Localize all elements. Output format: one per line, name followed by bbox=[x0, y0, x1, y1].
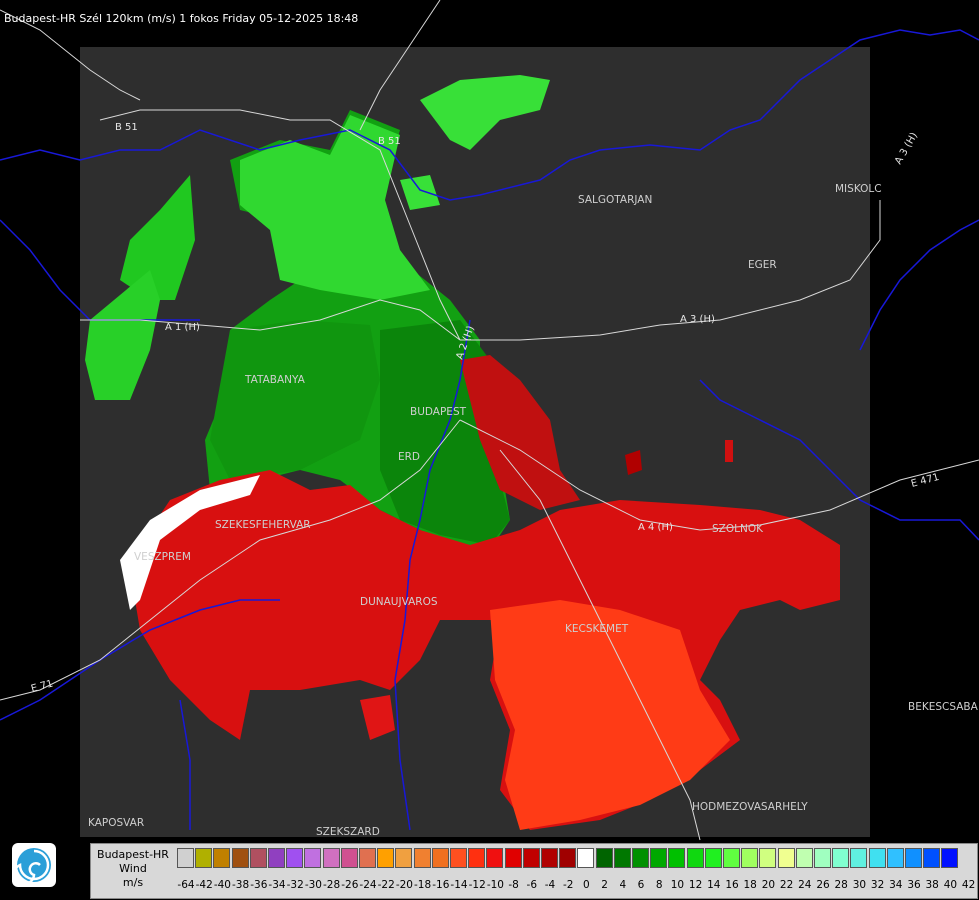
legend-swatch bbox=[704, 848, 722, 868]
city-label: TATABANYA bbox=[244, 374, 306, 386]
legend-label: 42 bbox=[961, 879, 976, 891]
met-service-logo bbox=[12, 843, 56, 887]
city-label: DUNAUJVAROS bbox=[360, 596, 438, 608]
city-label: SALGOTARJAN bbox=[578, 194, 652, 206]
legend-swatch bbox=[413, 848, 431, 868]
city-label: KAPOSVAR bbox=[88, 817, 144, 829]
legend-title-line: Budapest-HR bbox=[97, 848, 169, 861]
city-label: SZEKESFEHERVAR bbox=[215, 519, 311, 531]
legend-swatch bbox=[431, 848, 449, 868]
city-label: ERD bbox=[398, 451, 420, 463]
legend-swatch bbox=[923, 848, 941, 868]
city-label: KECSKEMET bbox=[565, 623, 629, 635]
legend-swatch bbox=[504, 848, 522, 868]
legend-swatch bbox=[231, 848, 249, 868]
legend-swatch bbox=[941, 848, 959, 868]
road-label: A 4 (H) bbox=[638, 522, 673, 533]
legend-swatch bbox=[522, 848, 540, 868]
legend-swatch bbox=[686, 848, 704, 868]
wind-legend: Budapest-HR Wind m/s -64 -42 -40 -38 -36 -34-… bbox=[90, 843, 978, 899]
legend-swatch bbox=[340, 848, 358, 868]
city-label: SZEKSZARD bbox=[316, 826, 380, 838]
legend-swatch bbox=[777, 848, 795, 868]
legend-swatch bbox=[650, 848, 668, 868]
map-title: Budapest-HR Szél 120km (m/s) 1 fokos Fri… bbox=[4, 12, 359, 25]
road-label: A 1 (H) bbox=[165, 322, 200, 333]
legend-swatch bbox=[486, 848, 504, 868]
legend-swatch bbox=[595, 848, 613, 868]
legend-title-line: m/s bbox=[122, 876, 144, 889]
radar-map: SALGOTARJAN MISKOLC EGER TATABANYA BUDAP… bbox=[0, 0, 979, 841]
city-label: VESZPREM bbox=[134, 551, 191, 563]
legend-swatch bbox=[632, 848, 649, 868]
legend-swatch bbox=[177, 848, 194, 868]
legend-swatch bbox=[814, 848, 831, 868]
road-label: B 51 bbox=[115, 122, 138, 133]
legend-swatch bbox=[213, 848, 231, 868]
city-label: HODMEZOVASARHELY bbox=[692, 801, 808, 813]
legend-title-line: Wind bbox=[119, 862, 147, 875]
legend-swatch bbox=[195, 848, 213, 868]
legend-swatch bbox=[359, 848, 376, 868]
legend-title: Budapest-HR Wind m/s bbox=[93, 848, 173, 890]
road-label: A 3 (H) bbox=[893, 131, 920, 167]
legend-swatch bbox=[577, 848, 595, 868]
legend-swatch bbox=[741, 848, 759, 868]
legend-swatch bbox=[795, 848, 813, 868]
legend-swatch bbox=[868, 848, 886, 868]
legend-swatch bbox=[468, 848, 486, 868]
legend-swatch bbox=[377, 848, 395, 868]
city-label: MISKOLC bbox=[835, 183, 882, 195]
legend-swatch bbox=[723, 848, 740, 868]
legend-swatch bbox=[668, 848, 686, 868]
road-label: B 51 bbox=[378, 136, 401, 147]
legend-swatch bbox=[304, 848, 322, 868]
legend-swatch bbox=[850, 848, 868, 868]
legend-swatch bbox=[886, 848, 904, 868]
city-label: BUDAPEST bbox=[410, 406, 467, 418]
swirl-icon bbox=[12, 848, 51, 886]
legend-swatch bbox=[395, 848, 413, 868]
legend-swatch bbox=[541, 848, 558, 868]
legend-swatch bbox=[249, 848, 267, 868]
legend-swatch bbox=[450, 848, 467, 868]
city-label: SZOLNOK bbox=[712, 523, 764, 535]
city-label: EGER bbox=[748, 259, 777, 271]
legend-swatch bbox=[559, 848, 577, 868]
legend-swatch bbox=[905, 848, 922, 868]
legend-swatch bbox=[322, 848, 340, 868]
road-label: A 3 (H) bbox=[680, 314, 715, 325]
road-label: E 471 bbox=[910, 472, 940, 490]
legend-swatch bbox=[613, 848, 631, 868]
legend-swatch bbox=[286, 848, 304, 868]
legend-swatch bbox=[832, 848, 850, 868]
city-label: BEKESCSABA bbox=[908, 701, 979, 713]
legend-swatch bbox=[268, 848, 285, 868]
legend-swatch bbox=[759, 848, 777, 868]
